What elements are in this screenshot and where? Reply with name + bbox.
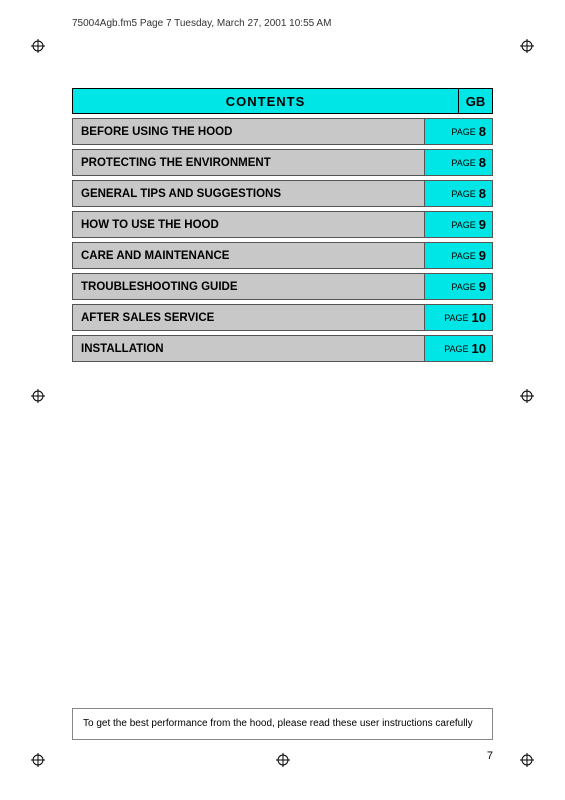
- page: 75004Agb.fm5 Page 7 Tuesday, March 27, 2…: [0, 0, 565, 800]
- toc-row-page: PAGE 8: [424, 119, 492, 144]
- page-word: PAGE: [451, 189, 475, 199]
- header-file-info: 75004Agb.fm5 Page 7 Tuesday, March 27, 2…: [72, 18, 331, 29]
- page-num: 10: [472, 341, 486, 356]
- content-area: CONTENTS GB BEFORE USING THE HOODPAGE8PR…: [72, 88, 493, 362]
- toc-row-page: PAGE 8: [424, 150, 492, 175]
- toc-row-label: CARE AND MAINTENANCE: [73, 243, 424, 268]
- toc-row-page: PAGE 9: [424, 274, 492, 299]
- page-num: 9: [479, 248, 486, 263]
- toc-row-page: PAGE 9: [424, 243, 492, 268]
- toc-row: BEFORE USING THE HOOD PAGE 8: [72, 118, 493, 145]
- contents-gb-label: GB: [458, 89, 492, 113]
- page-num: 8: [479, 155, 486, 170]
- page-word: PAGE: [444, 344, 468, 354]
- page-num: 8: [479, 186, 486, 201]
- reg-mark-mid-left: [30, 388, 46, 404]
- reg-mark-top-right: [519, 38, 535, 54]
- page-number: 7: [487, 750, 493, 762]
- toc-row: AFTER SALES SERVICE PAGE 10: [72, 304, 493, 331]
- page-word: PAGE: [451, 127, 475, 137]
- toc-row: TROUBLESHOOTING GUIDE PAGE 9: [72, 273, 493, 300]
- toc-row-label: TROUBLESHOOTING GUIDE: [73, 274, 424, 299]
- page-num: 9: [479, 279, 486, 294]
- page-word: PAGE: [451, 282, 475, 292]
- toc-row-label: GENERAL TIPS AND SUGGESTIONS: [73, 181, 424, 206]
- reg-mark-top-left: [30, 38, 46, 54]
- contents-title: CONTENTS: [73, 89, 458, 113]
- toc-row-page: PAGE 8: [424, 181, 492, 206]
- toc-row: INSTALLATION PAGE 10: [72, 335, 493, 362]
- toc-row-label: INSTALLATION: [73, 336, 424, 361]
- toc-row-label: PROTECTING THE ENVIRONMENT: [73, 150, 424, 175]
- reg-mark-bot-right: [519, 752, 535, 768]
- toc-row: PROTECTING THE ENVIRONMENT PAGE 8: [72, 149, 493, 176]
- page-word: PAGE: [451, 220, 475, 230]
- toc-row-page: PAGE 10: [424, 336, 492, 361]
- page-word: PAGE: [444, 313, 468, 323]
- page-num: 8: [479, 124, 486, 139]
- reg-mark-bot-left: [30, 752, 46, 768]
- page-word: PAGE: [451, 251, 475, 261]
- toc-row: CARE AND MAINTENANCE PAGE 9: [72, 242, 493, 269]
- toc-rows: BEFORE USING THE HOODPAGE8PROTECTING THE…: [72, 118, 493, 362]
- page-num: 9: [479, 217, 486, 232]
- toc-row-label: AFTER SALES SERVICE: [73, 305, 424, 330]
- toc-row-label: HOW TO USE THE HOOD: [73, 212, 424, 237]
- page-num: 10: [472, 310, 486, 325]
- toc-row-label: BEFORE USING THE HOOD: [73, 119, 424, 144]
- toc-row-page: PAGE 9: [424, 212, 492, 237]
- toc-row: GENERAL TIPS AND SUGGESTIONS PAGE 8: [72, 180, 493, 207]
- reg-mark-bot-center: [275, 752, 291, 768]
- page-word: PAGE: [451, 158, 475, 168]
- toc-row: HOW TO USE THE HOOD PAGE 9: [72, 211, 493, 238]
- toc-row-page: PAGE 10: [424, 305, 492, 330]
- reg-mark-mid-right: [519, 388, 535, 404]
- bottom-note: To get the best performance from the hoo…: [72, 708, 493, 740]
- contents-header: CONTENTS GB: [72, 88, 493, 114]
